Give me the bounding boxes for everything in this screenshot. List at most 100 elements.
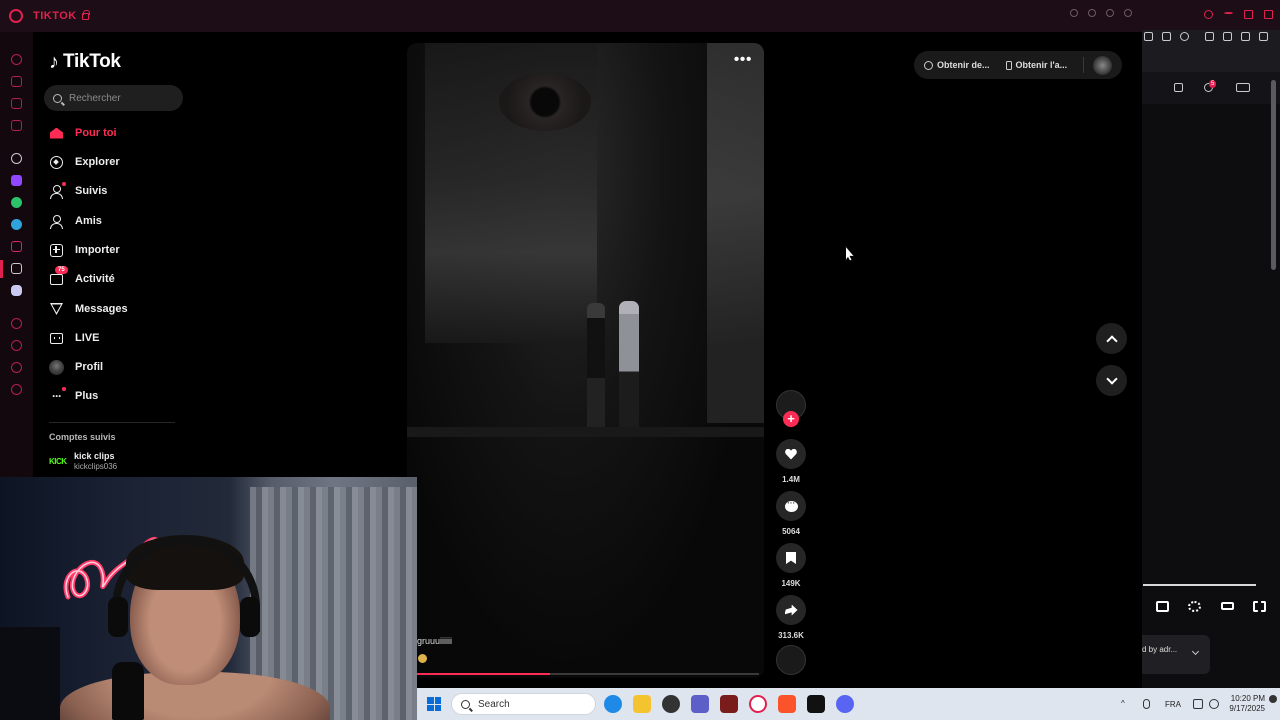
live-tv-icon — [49, 331, 64, 346]
teams-icon[interactable] — [691, 695, 709, 713]
get-app-button[interactable]: Obtenir l'a... — [1005, 60, 1067, 70]
bookmark-icon — [786, 552, 796, 564]
notification-icon[interactable] — [1269, 695, 1277, 703]
more-icon[interactable] — [1124, 9, 1132, 17]
steam-icon[interactable] — [662, 695, 680, 713]
nav-item-pour-toi[interactable]: Pour toi — [49, 124, 117, 142]
pin-icon[interactable] — [1106, 9, 1114, 17]
nav-label: LIVE — [75, 332, 100, 344]
nav-item-suivis[interactable]: Suivis — [49, 181, 107, 200]
search-box[interactable] — [44, 85, 183, 111]
close-icon[interactable] — [1264, 10, 1273, 19]
translate-icon[interactable] — [1144, 32, 1153, 41]
sidebar-active-indicator — [0, 260, 3, 278]
tiktok-logo[interactable]: ♪ TikTok — [49, 51, 121, 73]
sidebar-news-icon[interactable] — [11, 98, 22, 109]
mouse-cursor-icon — [845, 246, 854, 261]
theater-mode-icon[interactable] — [1220, 602, 1234, 610]
recommendation-tooltip[interactable]: d by adr... — [1142, 635, 1210, 674]
subtitles-icon[interactable] — [1155, 600, 1169, 612]
sidebar-pinboard-icon[interactable] — [11, 120, 22, 131]
friends-icon — [49, 214, 64, 229]
nav-item-live[interactable]: LIVE — [49, 329, 99, 347]
user-avatar[interactable] — [1093, 55, 1113, 75]
sidebar-instagram-icon[interactable] — [11, 241, 22, 252]
share-count: 313.6K — [778, 631, 804, 640]
send-icon[interactable] — [1162, 32, 1171, 41]
video-more-icon[interactable]: ••• — [734, 51, 752, 69]
sidebar-history-icon[interactable] — [11, 340, 22, 351]
sidebar-twitch-icon[interactable] — [11, 175, 22, 186]
obs-icon[interactable] — [807, 695, 825, 713]
music-disc-button[interactable] — [776, 645, 806, 675]
nav-item-messages[interactable]: Messages — [49, 300, 128, 318]
gear-icon[interactable] — [1188, 600, 1202, 612]
taskbar-search-label: Search — [478, 698, 510, 710]
app-icon[interactable] — [720, 695, 738, 713]
search-input[interactable] — [69, 92, 174, 104]
settings-icon[interactable] — [1070, 9, 1078, 17]
sidebar-ai-icon[interactable] — [11, 153, 22, 164]
restore-icon[interactable] — [1244, 10, 1253, 19]
nav-label: Explorer — [75, 156, 120, 168]
cast-icon[interactable] — [1236, 83, 1250, 92]
nav-item-explorer[interactable]: Explorer — [49, 153, 120, 171]
profile-icon[interactable] — [1223, 32, 1232, 41]
heart-icon[interactable] — [1180, 32, 1189, 41]
sidebar-home-icon[interactable] — [11, 54, 22, 65]
opera-logo-icon[interactable] — [9, 9, 23, 23]
microphone-icon[interactable] — [1143, 699, 1150, 709]
extensions-icon[interactable] — [1205, 32, 1214, 41]
save-button[interactable] — [776, 543, 806, 573]
nav-item-importer[interactable]: Importer — [49, 241, 120, 259]
brave-icon[interactable] — [778, 695, 796, 713]
followed-account-item[interactable]: KICK kick clips kickclips036 — [49, 451, 117, 471]
upload-icon[interactable] — [1174, 83, 1183, 92]
minimize-icon[interactable] — [1224, 12, 1233, 14]
sidebar-tiktok-icon[interactable] — [11, 263, 22, 274]
share-button[interactable] — [776, 595, 806, 625]
download-icon[interactable] — [1241, 32, 1250, 41]
follow-plus-button[interactable]: + — [783, 411, 799, 427]
screen: TIKTOK ♪ TikTok Rechercher Pour toi Expl… — [0, 0, 1280, 720]
chevron-down-icon — [1105, 372, 1118, 385]
sidebar-whatsapp-icon[interactable] — [11, 197, 22, 208]
nav-item-amis[interactable]: Amis — [49, 212, 102, 230]
sidebar-extensions-icon[interactable] — [11, 362, 22, 373]
followed-account-name: kick clips — [74, 451, 115, 461]
sidebar-telegram-icon[interactable] — [11, 219, 22, 230]
menu-icon[interactable] — [1259, 32, 1268, 41]
language-indicator[interactable]: FRA — [1165, 700, 1181, 709]
reload-icon[interactable] — [1088, 9, 1096, 17]
nav-item-activite[interactable]: 75 Activité — [49, 265, 115, 288]
discord-icon[interactable] — [836, 695, 854, 713]
nav-item-profil[interactable]: Profil — [49, 358, 103, 376]
clock[interactable]: 10:20 PM 9/17/2025 — [1227, 694, 1265, 714]
display-icon[interactable] — [1193, 699, 1203, 709]
player-progress-bar[interactable] — [1143, 584, 1256, 586]
fullscreen-icon[interactable] — [1253, 600, 1267, 612]
edge-icon[interactable] — [604, 695, 622, 713]
sidebar-player-icon[interactable] — [11, 318, 22, 329]
scrollbar[interactable] — [1271, 80, 1276, 270]
volume-icon[interactable] — [1209, 699, 1219, 709]
like-button[interactable] — [776, 439, 806, 469]
video-player[interactable]: ••• — [407, 43, 764, 678]
nav-item-plus[interactable]: ··· Plus — [49, 386, 98, 405]
sidebar-settings-icon[interactable] — [11, 384, 22, 395]
search-icon[interactable] — [1204, 10, 1213, 19]
comment-button[interactable] — [776, 491, 806, 521]
next-video-button[interactable] — [1096, 365, 1127, 396]
get-coins-label: Obtenir de... — [937, 60, 990, 70]
windows-start-icon[interactable] — [427, 697, 441, 711]
chevron-up-icon[interactable]: ^ — [1121, 699, 1125, 708]
tab-title[interactable]: TIKTOK — [33, 10, 77, 22]
previous-video-button[interactable] — [1096, 323, 1127, 354]
file-explorer-icon[interactable] — [633, 695, 651, 713]
video-progress-bar[interactable] — [417, 673, 759, 675]
sidebar-discord-icon[interactable] — [11, 285, 22, 296]
get-coins-button[interactable]: Obtenir de... — [924, 60, 990, 70]
taskbar-search[interactable]: Search — [451, 693, 596, 715]
opera-icon[interactable] — [749, 695, 767, 713]
sidebar-bag-icon[interactable] — [11, 76, 22, 87]
